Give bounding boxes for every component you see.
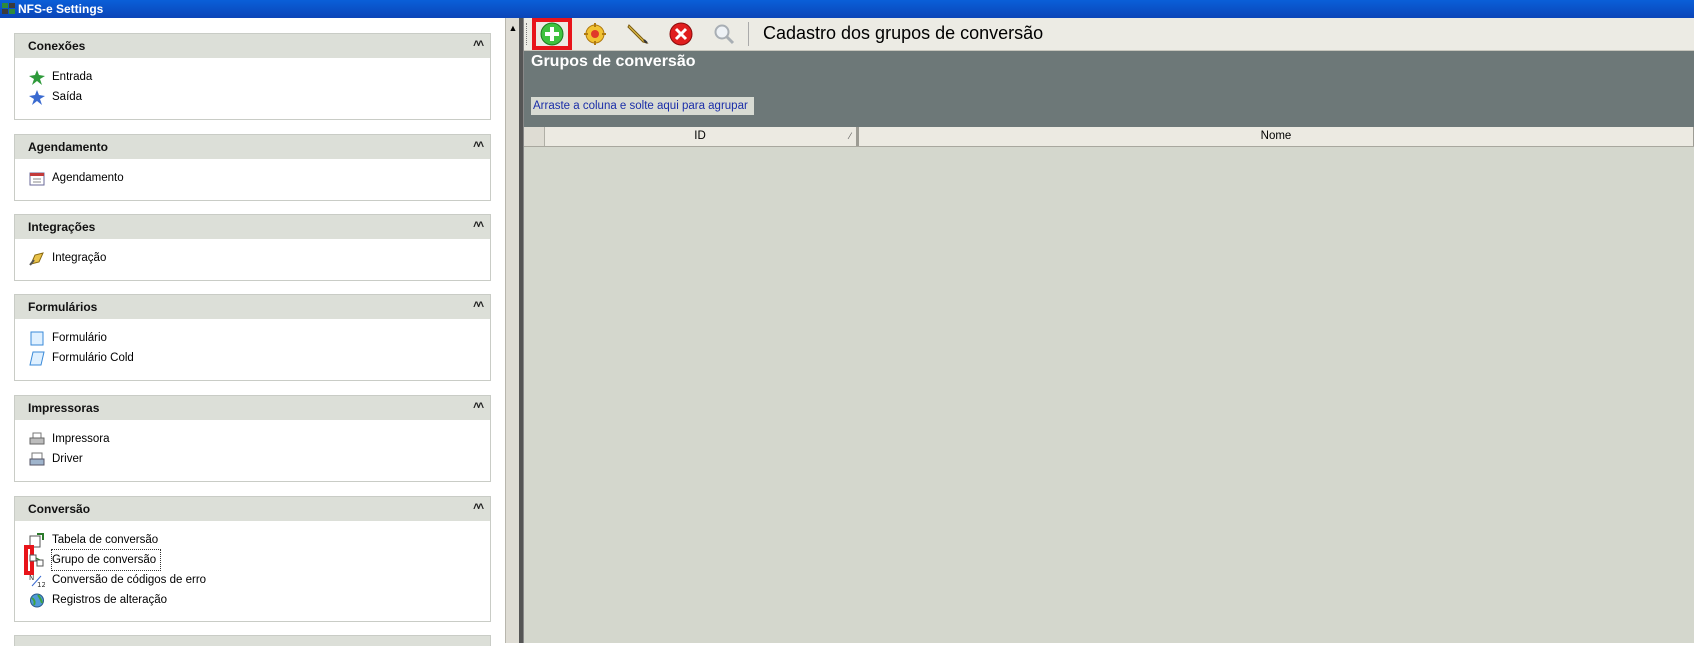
form-icon <box>30 331 44 346</box>
group-title: Conexões <box>28 39 86 53</box>
saida-icon <box>29 90 45 105</box>
add-button[interactable] <box>532 18 572 50</box>
group-header-integracoes[interactable]: Integrações ˄˄ <box>15 215 490 239</box>
panel-header: Grupos de conversão Arraste a coluna e s… <box>524 51 1694 127</box>
delete-button[interactable] <box>663 20 699 48</box>
entrada-icon <box>29 70 45 85</box>
options-icon <box>584 23 606 45</box>
toolbar-separator <box>748 22 749 46</box>
sidebar-item-label: Saída <box>52 91 83 103</box>
search-icon <box>714 24 735 45</box>
group-title: Agendamento <box>28 140 109 154</box>
group-next-partial <box>14 635 491 646</box>
main-area: Cadastro dos grupos de conversão Grupos … <box>524 18 1694 643</box>
splitter-edge <box>519 18 523 643</box>
sidebar-splitter[interactable]: ▲ <box>505 18 524 643</box>
add-icon <box>540 22 564 46</box>
collapse-icon[interactable]: ˄˄ <box>473 400 484 412</box>
sidebar: Conexões ˄˄ Entrada Saída Agendamento ˄˄… <box>0 18 505 646</box>
toolbar-title: Cadastro dos grupos de conversão <box>763 23 1044 43</box>
group-impressoras: Impressoras ˄˄ Impressora Driver <box>14 395 491 482</box>
sort-icon: ⁄ <box>849 131 851 141</box>
group-agendamento: Agendamento ˄˄ Agendamento <box>14 134 491 201</box>
group-header-partial <box>15 636 490 646</box>
svg-text:12: 12 <box>37 581 45 588</box>
search-button[interactable] <box>706 20 742 48</box>
app-icon <box>2 3 15 14</box>
conversion-group-icon <box>29 554 44 567</box>
pencil-icon <box>627 24 649 44</box>
group-by-drop-area[interactable]: Arraste a coluna e solte aqui para agrup… <box>531 97 754 115</box>
sidebar-item-label: Grupo de conversão <box>50 549 162 571</box>
sidebar-item-label: Entrada <box>52 71 93 83</box>
group-title: Integrações <box>28 220 96 234</box>
edit-button[interactable] <box>620 20 656 48</box>
error-code-icon: N12 <box>29 574 45 588</box>
grid-corner <box>524 127 545 146</box>
window-titlebar: NFS-e Settings <box>0 0 1694 18</box>
globe-icon <box>30 593 44 608</box>
form-cold-icon <box>29 351 45 366</box>
collapse-icon[interactable]: ˄˄ <box>473 139 484 151</box>
collapse-icon[interactable]: ˄˄ <box>473 219 484 231</box>
sidebar-item-label: Driver <box>52 453 83 465</box>
sidebar-item-label: Formulário Cold <box>52 352 134 364</box>
group-header-formularios[interactable]: Formulários ˄˄ <box>15 295 490 319</box>
column-header-id[interactable]: ID ⁄ <box>544 127 857 146</box>
sidebar-item-label: Integração <box>52 252 107 264</box>
sidebar-item-label: Tabela de conversão <box>52 534 159 546</box>
group-header-impressoras[interactable]: Impressoras ˄˄ <box>15 396 490 420</box>
toolbar: Cadastro dos grupos de conversão <box>524 18 1694 51</box>
group-title: Conversão <box>28 502 91 516</box>
driver-icon <box>29 452 45 466</box>
group-conversao: Conversão ˄˄ Tabela de conversão Grupo d… <box>14 496 491 622</box>
sidebar-item-label: Agendamento <box>52 172 124 184</box>
window-title: NFS-e Settings <box>18 2 104 16</box>
sidebar-item-label: Impressora <box>52 433 110 445</box>
integration-icon <box>29 252 44 266</box>
group-integracoes: Integrações ˄˄ Integração <box>14 214 491 281</box>
group-header-conexoes[interactable]: Conexões ˄˄ <box>15 34 490 58</box>
column-label: Nome <box>1260 130 1292 142</box>
group-title: Formulários <box>28 300 98 314</box>
sidebar-item-label: Formulário <box>52 332 107 344</box>
grid-header: ID ⁄ Nome <box>524 127 1694 147</box>
svg-text:N: N <box>29 574 34 582</box>
group-formularios: Formulários ˄˄ Formulário Formulário Col… <box>14 294 491 381</box>
sidebar-item-label: Conversão de códigos de erro <box>52 574 207 586</box>
collapse-icon[interactable]: ˄˄ <box>473 299 484 311</box>
printer-icon <box>29 432 45 445</box>
conversion-table-icon <box>29 533 44 548</box>
scroll-up-icon[interactable]: ▲ <box>507 22 519 34</box>
collapse-icon[interactable]: ˄˄ <box>473 501 484 513</box>
collapse-icon[interactable]: ˄˄ <box>473 38 484 50</box>
column-label: ID <box>694 130 706 142</box>
panel-title: Grupos de conversão <box>531 53 696 70</box>
group-header-conversao[interactable]: Conversão ˄˄ <box>15 497 490 521</box>
group-header-agendamento[interactable]: Agendamento ˄˄ <box>15 135 490 159</box>
calendar-icon <box>29 172 45 186</box>
delete-icon <box>669 22 693 46</box>
group-conexoes: Conexões ˄˄ Entrada Saída <box>14 33 491 120</box>
options-button[interactable] <box>577 20 613 48</box>
column-header-nome[interactable]: Nome <box>857 127 1694 146</box>
toolbar-grip[interactable] <box>526 23 530 45</box>
grid-body[interactable] <box>524 147 1694 643</box>
sidebar-item-label: Registros de alteração <box>52 594 168 606</box>
group-title: Impressoras <box>28 401 100 415</box>
